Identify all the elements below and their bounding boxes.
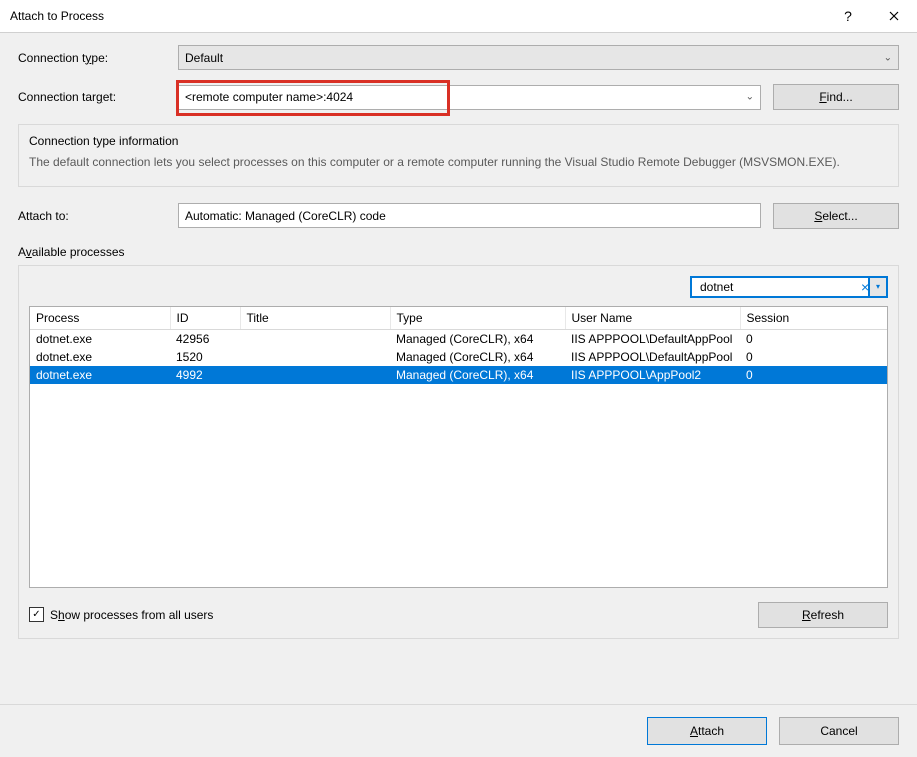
cell-session: 0	[740, 348, 887, 366]
attach-to-label: Attach to:	[18, 209, 178, 223]
help-button[interactable]: ?	[825, 0, 871, 32]
connection-target-value: <remote computer name>:4024	[185, 90, 353, 104]
connection-target-combo[interactable]: <remote computer name>:4024 ⌄	[178, 85, 761, 110]
col-process[interactable]: Process	[30, 307, 170, 330]
select-button[interactable]: Select...	[773, 203, 899, 229]
close-button[interactable]	[871, 0, 917, 32]
attach-to-field: Automatic: Managed (CoreCLR) code	[178, 203, 761, 228]
filter-input-wrapper: ×	[690, 276, 870, 298]
cell-id: 4992	[170, 366, 240, 384]
info-text: The default connection lets you select p…	[29, 154, 888, 171]
cell-session: 0	[740, 329, 887, 348]
info-title: Connection type information	[29, 133, 888, 150]
attach-to-value: Automatic: Managed (CoreCLR) code	[185, 209, 386, 223]
cell-process: dotnet.exe	[30, 366, 170, 384]
cell-user: IIS APPPOOL\AppPool2	[565, 366, 740, 384]
show-all-users-checkbox[interactable]: ✓	[29, 607, 44, 622]
attach-button[interactable]: Attach	[647, 717, 767, 745]
col-id[interactable]: ID	[170, 307, 240, 330]
processes-table[interactable]: Process ID Title Type User Name Session …	[29, 306, 888, 588]
available-processes-label: Available processes	[18, 245, 899, 259]
close-icon	[889, 11, 899, 21]
cell-process: dotnet.exe	[30, 348, 170, 366]
cell-type: Managed (CoreCLR), x64	[390, 348, 565, 366]
table-row[interactable]: dotnet.exe1520 Managed (CoreCLR), x64IIS …	[30, 348, 887, 366]
dialog-button-bar: Attach Cancel	[0, 704, 917, 757]
connection-type-combo[interactable]: Default ⌄	[178, 45, 899, 70]
cell-user: IIS APPPOOL\DefaultAppPool	[565, 348, 740, 366]
connection-target-label: Connection target:	[18, 90, 178, 104]
attach-to-process-dialog: Attach to Process ? Connection type: Def…	[0, 0, 917, 757]
table-header-row: Process ID Title Type User Name Session	[30, 307, 887, 330]
triangle-down-icon: ▾	[876, 282, 880, 291]
table-row[interactable]: dotnet.exe4992 Managed (CoreCLR), x64IIS …	[30, 366, 887, 384]
col-session[interactable]: Session	[740, 307, 887, 330]
cell-title	[240, 329, 390, 348]
cell-id: 42956	[170, 329, 240, 348]
cell-title	[240, 348, 390, 366]
col-title[interactable]: Title	[240, 307, 390, 330]
show-all-users-label: Show processes from all users	[50, 608, 213, 622]
table-row[interactable]: dotnet.exe42956 Managed (CoreCLR), x64IIS…	[30, 329, 887, 348]
col-type[interactable]: Type	[390, 307, 565, 330]
cell-user: IIS APPPOOL\DefaultAppPool	[565, 329, 740, 348]
cell-title	[240, 366, 390, 384]
cell-type: Managed (CoreCLR), x64	[390, 329, 565, 348]
dialog-title: Attach to Process	[10, 9, 104, 23]
refresh-button[interactable]: Refresh	[758, 602, 888, 628]
col-username[interactable]: User Name	[565, 307, 740, 330]
filter-dropdown-button[interactable]: ▾	[870, 276, 888, 298]
find-button[interactable]: Find...	[773, 84, 899, 110]
cell-process: dotnet.exe	[30, 329, 170, 348]
connection-type-value: Default	[185, 51, 223, 65]
cell-session: 0	[740, 366, 887, 384]
filter-input[interactable]	[698, 279, 857, 295]
titlebar: Attach to Process ?	[0, 0, 917, 33]
cancel-button[interactable]: Cancel	[779, 717, 899, 745]
processes-panel: × ▾ Process ID Title	[18, 265, 899, 639]
cell-id: 1520	[170, 348, 240, 366]
connection-type-label: Connection type:	[18, 51, 178, 65]
chevron-down-icon: ⌄	[884, 52, 892, 63]
cell-type: Managed (CoreCLR), x64	[390, 366, 565, 384]
connection-type-info: Connection type information The default …	[18, 124, 899, 187]
chevron-down-icon: ⌄	[746, 92, 754, 103]
